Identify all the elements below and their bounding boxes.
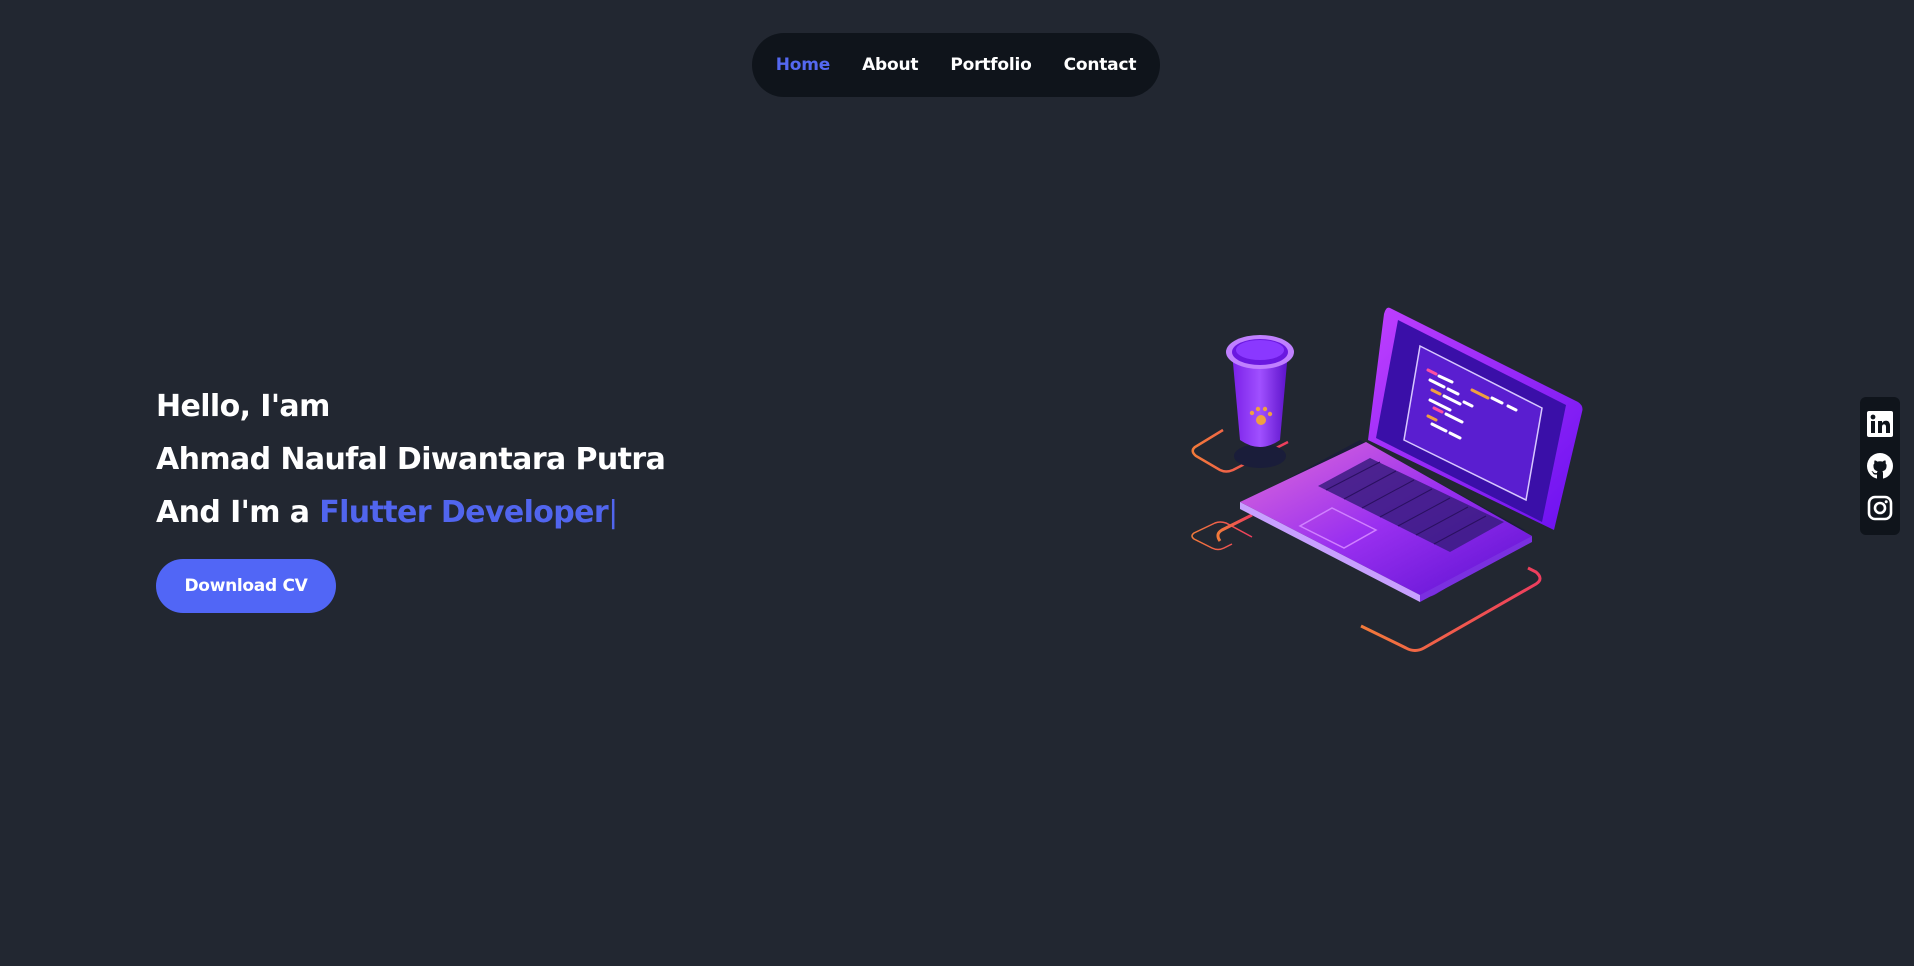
- nav-about[interactable]: About: [846, 55, 934, 75]
- download-cv-button[interactable]: Download CV: [156, 559, 336, 613]
- hero-greeting: Hello, I'am: [156, 389, 330, 424]
- nav-contact[interactable]: Contact: [1048, 55, 1153, 75]
- typing-cursor: |: [608, 495, 618, 530]
- hero-role-line: And I'm a Flutter Developer|: [156, 486, 856, 539]
- instagram-icon[interactable]: [1866, 494, 1894, 522]
- nav-portfolio[interactable]: Portfolio: [934, 55, 1047, 75]
- main-nav: Home About Portfolio Contact: [752, 33, 1160, 97]
- social-bar: [1860, 397, 1900, 535]
- laptop-illustration: [1191, 307, 1583, 652]
- page: Home About Portfolio Contact Hello, I'am…: [0, 0, 1914, 966]
- hero-text: Hello, I'am Ahmad Naufal Diwantara Putra…: [156, 380, 856, 539]
- github-icon[interactable]: [1866, 452, 1894, 480]
- nav-home[interactable]: Home: [760, 55, 846, 75]
- hero-name: Ahmad Naufal Diwantara Putra: [156, 442, 666, 477]
- hero-role-prefix: And I'm a: [156, 495, 320, 530]
- linkedin-icon[interactable]: [1866, 410, 1894, 438]
- hero-role: Flutter Developer: [319, 495, 609, 530]
